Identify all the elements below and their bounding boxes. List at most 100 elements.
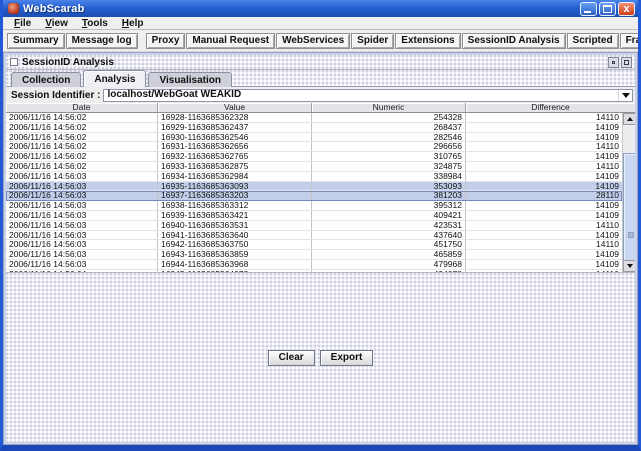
- toolbar-button[interactable]: SessionID Analysis: [462, 33, 566, 49]
- tab-collection[interactable]: Collection: [11, 72, 81, 87]
- cell-date[interactable]: 2006/11/16 14:56:02: [6, 142, 158, 151]
- cell-difference[interactable]: 14110: [466, 162, 622, 171]
- cell-value[interactable]: 16929-1163685362437: [158, 123, 312, 132]
- cell-difference[interactable]: 14110: [466, 142, 622, 151]
- table-row[interactable]: 2006/11/16 14:56:03 16939-1163685363421 …: [6, 211, 622, 221]
- cell-numeric[interactable]: 268437: [312, 123, 466, 132]
- cell-difference[interactable]: 14109: [466, 211, 622, 220]
- table-row[interactable]: 2006/11/16 14:56:03 16935-1163685363093 …: [6, 182, 622, 192]
- cell-date[interactable]: 2006/11/16 14:56:03: [6, 172, 158, 181]
- table-row[interactable]: 2006/11/16 14:56:04 16945-1163685364078 …: [6, 270, 622, 272]
- table-row[interactable]: 2006/11/16 14:56:02 16932-1163685362765 …: [6, 152, 622, 162]
- cell-value[interactable]: 16945-1163685364078: [158, 270, 312, 272]
- cell-difference[interactable]: 14109: [466, 260, 622, 269]
- cell-value[interactable]: 16933-1163685362875: [158, 162, 312, 171]
- cell-value[interactable]: 16928-1163685362328: [158, 113, 312, 122]
- tab-analysis[interactable]: Analysis: [83, 70, 146, 87]
- cell-date[interactable]: 2006/11/16 14:56:03: [6, 182, 158, 191]
- frame-maximize-button[interactable]: [621, 57, 632, 68]
- close-button[interactable]: x: [618, 2, 635, 16]
- cell-difference[interactable]: 14110: [466, 240, 622, 249]
- cell-value[interactable]: 16939-1163685363421: [158, 211, 312, 220]
- cell-value[interactable]: 16932-1163685362765: [158, 152, 312, 161]
- cell-value[interactable]: 16930-1163685362546: [158, 133, 312, 142]
- cell-date[interactable]: 2006/11/16 14:56:02: [6, 152, 158, 161]
- menu-item[interactable]: Help: [115, 18, 151, 29]
- cell-date[interactable]: 2006/11/16 14:56:03: [6, 231, 158, 240]
- export-button[interactable]: Export: [320, 350, 374, 366]
- cell-date[interactable]: 2006/11/16 14:56:03: [6, 201, 158, 210]
- menu-item[interactable]: Tools: [75, 18, 115, 29]
- cell-date[interactable]: 2006/11/16 14:56:03: [6, 260, 158, 269]
- menu-item[interactable]: View: [38, 18, 75, 29]
- cell-date[interactable]: 2006/11/16 14:56:03: [6, 191, 158, 200]
- cell-numeric[interactable]: 465859: [312, 250, 466, 259]
- cell-date[interactable]: 2006/11/16 14:56:03: [6, 221, 158, 230]
- cell-date[interactable]: 2006/11/16 14:56:02: [6, 123, 158, 132]
- table-row[interactable]: 2006/11/16 14:56:03 16934-1163685362984 …: [6, 172, 622, 182]
- cell-numeric[interactable]: 282546: [312, 133, 466, 142]
- cell-value[interactable]: 16944-1163685363968: [158, 260, 312, 269]
- cell-numeric[interactable]: 437640: [312, 231, 466, 240]
- minimize-button[interactable]: [580, 2, 597, 16]
- session-identifier-combobox[interactable]: localhost/WebGoat WEAKID: [103, 89, 633, 102]
- cell-date[interactable]: 2006/11/16 14:56:03: [6, 250, 158, 259]
- cell-date[interactable]: 2006/11/16 14:56:02: [6, 113, 158, 122]
- cell-value[interactable]: 16935-1163685363093: [158, 182, 312, 191]
- cell-difference[interactable]: 14109: [466, 182, 622, 191]
- cell-date[interactable]: 2006/11/16 14:56:03: [6, 240, 158, 249]
- table-row[interactable]: 2006/11/16 14:56:03 16941-1163685363640 …: [6, 231, 622, 241]
- cell-numeric[interactable]: 310765: [312, 152, 466, 161]
- cell-numeric[interactable]: 395312: [312, 201, 466, 210]
- table-row[interactable]: 2006/11/16 14:56:03 16942-1163685363750 …: [6, 240, 622, 250]
- cell-date[interactable]: 2006/11/16 14:56:02: [6, 162, 158, 171]
- cell-value[interactable]: 16931-1163685362656: [158, 142, 312, 151]
- cell-numeric[interactable]: 479968: [312, 260, 466, 269]
- cell-date[interactable]: 2006/11/16 14:56:02: [6, 133, 158, 142]
- toolbar-button[interactable]: Summary: [7, 33, 65, 49]
- cell-difference[interactable]: 14109: [466, 123, 622, 132]
- cell-numeric[interactable]: 338984: [312, 172, 466, 181]
- cell-value[interactable]: 16942-1163685363750: [158, 240, 312, 249]
- table-row[interactable]: 2006/11/16 14:56:02 16928-1163685362328 …: [6, 113, 622, 123]
- cell-value[interactable]: 16934-1163685362984: [158, 172, 312, 181]
- column-header[interactable]: Date: [6, 103, 158, 112]
- vertical-scrollbar[interactable]: [622, 113, 635, 272]
- cell-difference[interactable]: 14109: [466, 201, 622, 210]
- toolbar-button[interactable]: Spider: [351, 33, 394, 49]
- cell-difference[interactable]: 14109: [466, 133, 622, 142]
- menu-item[interactable]: File: [7, 18, 38, 29]
- cell-numeric[interactable]: 324875: [312, 162, 466, 171]
- maximize-button[interactable]: [599, 2, 616, 16]
- scrollbar-thumb[interactable]: [623, 153, 635, 272]
- cell-numeric[interactable]: 381203: [312, 191, 466, 200]
- frame-restore-button[interactable]: [608, 57, 619, 68]
- column-header[interactable]: Value: [158, 103, 312, 112]
- toolbar-button[interactable]: WebServices: [276, 33, 350, 49]
- cell-value[interactable]: 16937-1163685363203: [158, 191, 312, 200]
- table-row[interactable]: 2006/11/16 14:56:03 16944-1163685363968 …: [6, 260, 622, 270]
- cell-value[interactable]: 16938-1163685363312: [158, 201, 312, 210]
- toolbar-button[interactable]: Proxy: [146, 33, 186, 49]
- toolbar-button[interactable]: Message log: [66, 33, 138, 49]
- cell-numeric[interactable]: 494078: [312, 270, 466, 272]
- cell-numeric[interactable]: 353093: [312, 182, 466, 191]
- cell-value[interactable]: 16940-1163685363531: [158, 221, 312, 230]
- cell-difference[interactable]: 14109: [466, 152, 622, 161]
- table-row[interactable]: 2006/11/16 14:56:02 16931-1163685362656 …: [6, 142, 622, 152]
- tab-visualisation[interactable]: Visualisation: [148, 72, 232, 87]
- scroll-up-button[interactable]: [623, 113, 635, 125]
- toolbar-button[interactable]: Manual Request: [186, 33, 275, 49]
- cell-numeric[interactable]: 296656: [312, 142, 466, 151]
- cell-numeric[interactable]: 451750: [312, 240, 466, 249]
- table-row[interactable]: 2006/11/16 14:56:02 16930-1163685362546 …: [6, 133, 622, 143]
- cell-difference[interactable]: 14110: [466, 221, 622, 230]
- column-header[interactable]: Numeric: [312, 103, 466, 112]
- toolbar-button[interactable]: Fragments: [620, 33, 641, 49]
- table-row[interactable]: 2006/11/16 14:56:02 16933-1163685362875 …: [6, 162, 622, 172]
- cell-value[interactable]: 16941-1163685363640: [158, 231, 312, 240]
- table-row[interactable]: 2006/11/16 14:56:03 16943-1163685363859 …: [6, 250, 622, 260]
- combo-dropdown-arrow-icon[interactable]: [618, 90, 632, 101]
- cell-date[interactable]: 2006/11/16 14:56:04: [6, 270, 158, 272]
- cell-date[interactable]: 2006/11/16 14:56:03: [6, 211, 158, 220]
